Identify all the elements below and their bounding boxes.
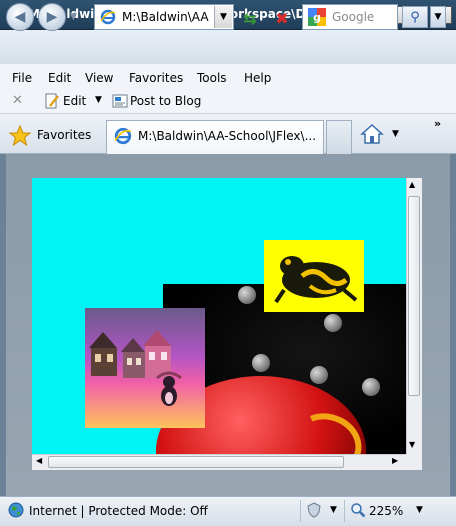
houses-picture: [89, 330, 182, 406]
protected-mode-icon[interactable]: [306, 502, 322, 518]
moon-image: [324, 314, 342, 332]
zoom-icon[interactable]: [350, 502, 366, 518]
new-tab-button[interactable]: [326, 120, 352, 154]
scrollbar-corner: [406, 454, 422, 470]
search-options-dropdown[interactable]: ▼: [430, 6, 446, 28]
scroll-up-arrow-icon[interactable]: ▲: [409, 180, 415, 189]
houses-penguin-image[interactable]: [85, 308, 205, 428]
edit-document-icon: [45, 93, 59, 109]
horizontal-scroll-thumb[interactable]: [48, 456, 344, 468]
status-divider: [300, 500, 301, 522]
zoom-level[interactable]: 225%: [369, 504, 403, 518]
back-button[interactable]: ◀: [6, 3, 34, 31]
menu-favorites[interactable]: Favorites: [129, 71, 183, 85]
arrow-right-icon: ▶: [46, 9, 58, 25]
search-button[interactable]: ⚲: [402, 6, 428, 28]
google-logo-icon: g: [308, 8, 326, 26]
star-icon: [9, 125, 31, 147]
refresh-icon: ⇆: [243, 8, 257, 28]
menu-view[interactable]: View: [85, 71, 113, 85]
address-dropdown-button[interactable]: ▼: [214, 6, 232, 28]
tab-title[interactable]: M:\Baldwin\AA-School\JFlex\...: [138, 129, 320, 143]
home-icon[interactable]: [360, 122, 384, 146]
search-placeholder[interactable]: Google: [332, 10, 374, 24]
globe-icon: [8, 502, 24, 518]
more-tools-chevron-icon[interactable]: »: [434, 117, 441, 130]
stop-icon: ✖: [275, 8, 289, 28]
scroll-down-arrow-icon[interactable]: ▼: [409, 440, 415, 449]
frog-image[interactable]: [264, 240, 364, 312]
recent-pages-dropdown-icon[interactable]: ▼: [70, 12, 82, 24]
search-icon: ⚲: [410, 9, 420, 25]
edit-dropdown-icon[interactable]: ▼: [95, 95, 102, 105]
ie-page-icon: [100, 9, 116, 25]
home-dropdown-icon[interactable]: ▼: [392, 129, 399, 139]
moon-image: [310, 366, 328, 384]
blog-icon: [112, 94, 128, 108]
drag-and-drop-canvas[interactable]: [32, 178, 406, 454]
vertical-scroll-thumb[interactable]: [408, 196, 420, 396]
address-text[interactable]: M:\Baldwin\AA: [122, 10, 214, 24]
menu-tools[interactable]: Tools: [197, 71, 227, 85]
edit-command-button[interactable]: Edit: [63, 94, 86, 108]
security-zone-text[interactable]: Internet | Protected Mode: Off: [29, 504, 208, 518]
forward-button[interactable]: ▶: [38, 3, 66, 31]
zoom-dropdown-icon[interactable]: ▼: [416, 505, 423, 515]
status-divider: [344, 500, 345, 522]
post-to-blog-button[interactable]: Post to Blog: [130, 94, 201, 108]
close-toolbar-icon[interactable]: ✕: [12, 93, 23, 108]
arrow-left-icon: ◀: [14, 9, 26, 25]
navigation-bar: [0, 30, 456, 64]
svg-text:g: g: [313, 11, 321, 24]
menu-file[interactable]: File: [12, 71, 32, 85]
scroll-left-arrow-icon[interactable]: ◀: [36, 456, 42, 465]
scroll-right-arrow-icon[interactable]: ▶: [392, 456, 398, 465]
frog-picture: [274, 256, 358, 304]
menu-edit[interactable]: Edit: [48, 71, 71, 85]
moon-image: [362, 378, 380, 396]
security-dropdown-icon[interactable]: ▼: [330, 505, 337, 515]
menu-help[interactable]: Help: [244, 71, 271, 85]
refresh-button[interactable]: ⇆: [240, 8, 260, 28]
favorites-button[interactable]: Favorites: [37, 128, 91, 142]
ie-tab-icon: [114, 127, 132, 145]
moon-image: [238, 286, 256, 304]
stop-button[interactable]: ✖: [272, 8, 292, 28]
moon-image: [252, 354, 270, 372]
